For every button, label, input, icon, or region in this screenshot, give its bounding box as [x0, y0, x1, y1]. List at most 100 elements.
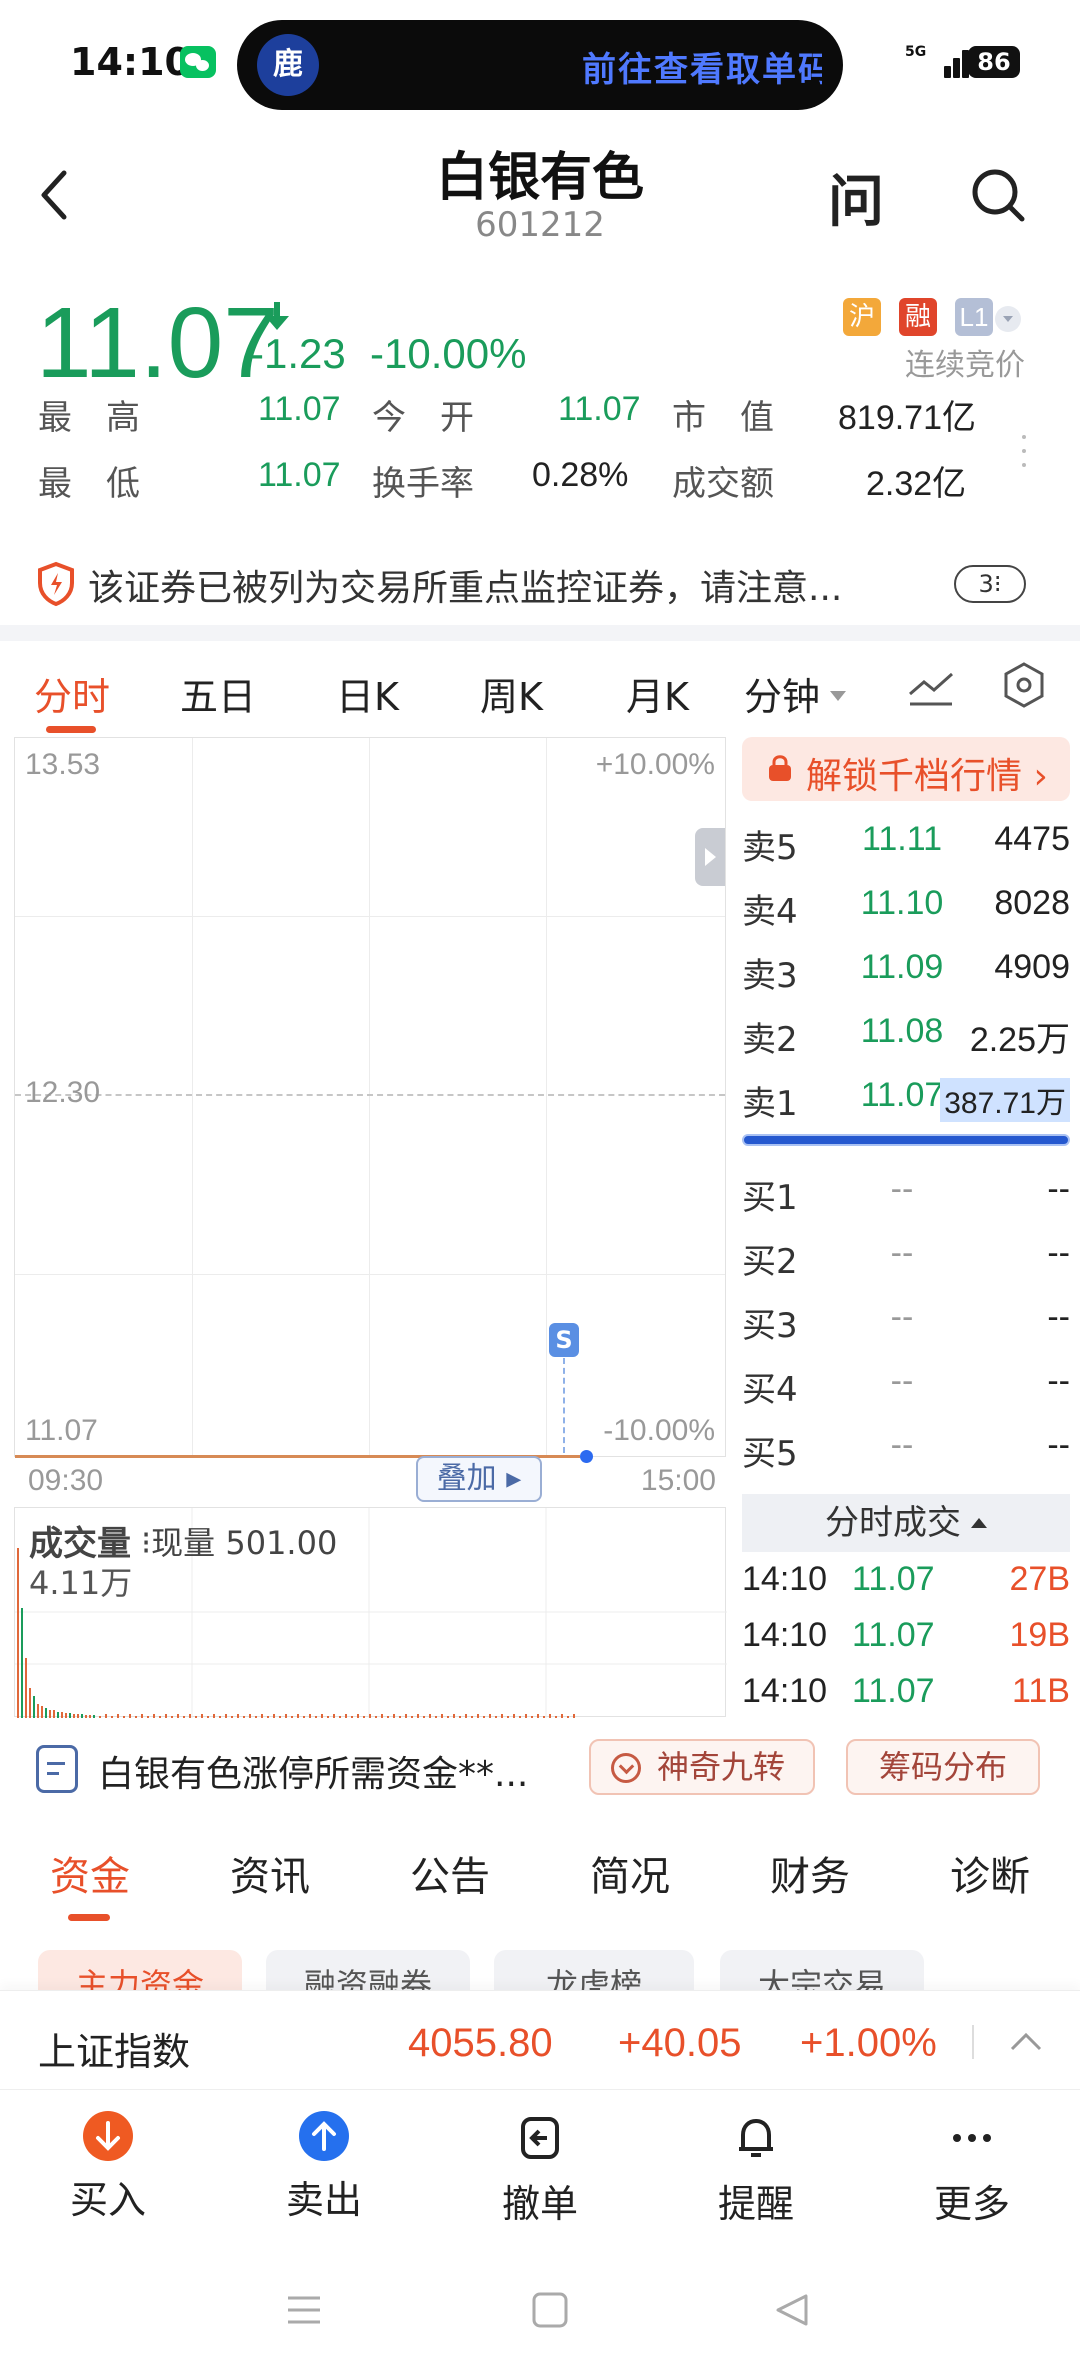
tab-weekly-k[interactable]: 周K: [480, 666, 543, 721]
bid-label: 买1: [742, 1178, 798, 1218]
subtab-block-trade[interactable]: 大宗交易: [720, 1950, 924, 1990]
volume-bar: [29, 1688, 31, 1718]
home-icon[interactable]: [530, 2290, 570, 2330]
stock-name: 白银有色: [435, 148, 644, 208]
more-vertical-icon[interactable]: [1020, 435, 1028, 485]
volume-bar: [369, 1714, 371, 1718]
bid-row[interactable]: 买5 -- --: [742, 1420, 1070, 1476]
index-ticker[interactable]: 上证指数 4055.80 +40.05 +1.00%: [0, 1990, 1080, 2090]
volume-bar: [171, 1716, 173, 1718]
island-text: 前往查看取单码: [582, 50, 822, 90]
bid-label: 买5: [742, 1434, 798, 1474]
volume-chart[interactable]: 成交量 ⁝现量 501.00 4.11万: [14, 1507, 727, 1718]
more-icon: [953, 2134, 991, 2142]
subtab-dragon-tiger[interactable]: 龙虎榜: [494, 1950, 694, 1990]
volume-bar: [375, 1716, 377, 1718]
volume-bar: [477, 1714, 479, 1718]
volume-bar: [45, 1708, 47, 1718]
volume-bar: [207, 1716, 209, 1718]
tab-announcements[interactable]: 公告: [410, 1844, 490, 1902]
dynamic-island[interactable]: 鹿 前往查看取单码: [237, 20, 843, 110]
bid-volume: --: [1047, 1298, 1070, 1336]
ask-row[interactable]: 卖5 11.11 4475: [742, 814, 1070, 870]
chip-distribution-chip[interactable]: 筹码分布: [846, 1739, 1040, 1795]
intraday-chart[interactable]: 13.53 12.30 11.07 +10.00% -10.00% S: [14, 737, 726, 1463]
ask-row[interactable]: 卖2 11.08 2.25万: [742, 1006, 1070, 1062]
more-button[interactable]: 更多: [912, 2111, 1032, 2228]
menu-icon[interactable]: [284, 2290, 324, 2330]
tab-intraday[interactable]: 分时: [34, 666, 110, 721]
limit-up-funds-link[interactable]: 白银有色涨停所需资金**...: [98, 1745, 568, 1797]
settings-icon[interactable]: [1000, 660, 1048, 710]
tick-trades-header[interactable]: 分时成交: [742, 1494, 1070, 1552]
sell-marker-line: [563, 1358, 565, 1453]
tab-five-day[interactable]: 五日: [180, 666, 256, 721]
magic-nine-chip[interactable]: 神奇九转: [589, 1739, 815, 1795]
volume-bar: [99, 1716, 101, 1718]
volume-bar: [345, 1714, 347, 1718]
volume-bar: [495, 1716, 497, 1718]
indicator-line-icon[interactable]: [906, 660, 956, 710]
volume-bar: [507, 1716, 509, 1718]
status-time: 14:10: [70, 40, 191, 84]
bid-volume: --: [1047, 1170, 1070, 1208]
volume-bar: [267, 1716, 269, 1718]
volume-bar: [243, 1716, 245, 1718]
search-icon[interactable]: [968, 165, 1028, 225]
subtab-main-funds[interactable]: 主力资金: [38, 1950, 242, 1990]
sell-marker[interactable]: S: [549, 1323, 579, 1357]
document-icon: [36, 1745, 78, 1793]
tab-monthly-k[interactable]: 月K: [626, 666, 689, 721]
bid-row[interactable]: 买2 -- --: [742, 1228, 1070, 1284]
tab-funds[interactable]: 资金: [50, 1844, 130, 1902]
tick-row: 14:10 11.07 27B: [742, 1556, 1070, 1612]
back-icon[interactable]: [772, 2290, 812, 2330]
alert-count-badge[interactable]: 3⁝: [954, 565, 1026, 603]
stat-high: 11.07: [258, 390, 341, 428]
y-label-bottom: 11.07: [25, 1414, 98, 1447]
volume-bar: [213, 1714, 215, 1718]
withdraw-button[interactable]: 撤单: [480, 2111, 600, 2228]
overlay-button[interactable]: 叠加 ▸: [416, 1456, 542, 1502]
subtab-margin[interactable]: 融资融券: [266, 1950, 470, 1990]
bid-row[interactable]: 买3 -- --: [742, 1292, 1070, 1348]
tab-financials[interactable]: 财务: [770, 1844, 850, 1902]
grid-line: [546, 738, 547, 1456]
tab-minute[interactable]: 分钟: [744, 666, 847, 721]
tag-l1[interactable]: L1: [955, 298, 993, 336]
volume-bar: [399, 1716, 401, 1718]
price-change-pct: -10.00%: [370, 330, 527, 377]
expand-panel-icon[interactable]: [695, 828, 725, 886]
chevron-up-icon[interactable]: [1008, 2029, 1044, 2053]
unlock-depth-button[interactable]: 解锁千档行情 ›: [742, 737, 1070, 801]
remind-button[interactable]: 提醒: [696, 2111, 816, 2228]
ask-row[interactable]: 卖3 11.09 4909: [742, 942, 1070, 998]
volume-bar: [261, 1714, 263, 1718]
stat-label: 市 值: [672, 398, 774, 438]
volume-bar: [21, 1608, 23, 1718]
buy-button[interactable]: 买入: [48, 2111, 168, 2224]
tab-news[interactable]: 资讯: [230, 1844, 310, 1902]
tick-time: 14:10: [742, 1672, 828, 1710]
chevron-down-icon[interactable]: [995, 306, 1021, 332]
volume-bar: [53, 1710, 55, 1718]
ask-label: 卖4: [742, 892, 798, 932]
sell-button[interactable]: 卖出: [264, 2111, 384, 2224]
stat-turnover: 0.28%: [532, 456, 629, 494]
ask-icon[interactable]: 问: [828, 157, 884, 238]
volume-bar: [237, 1714, 239, 1718]
magic-nine-label: 神奇九转: [657, 1748, 786, 1786]
tab-profile[interactable]: 简况: [590, 1844, 670, 1902]
bid-row[interactable]: 买4 -- --: [742, 1356, 1070, 1412]
monitoring-alert[interactable]: 该证券已被列为交易所重点监控证券，请注意... 3⁝: [0, 545, 1080, 625]
tab-diagnosis[interactable]: 诊断: [950, 1844, 1030, 1902]
volume-bar: [531, 1716, 533, 1718]
battery-icon: 86: [968, 46, 1020, 78]
ask-row[interactable]: 卖4 11.10 8028: [742, 878, 1070, 934]
ask-row[interactable]: 卖1 11.07 387.71万: [742, 1070, 1070, 1126]
tab-daily-k[interactable]: 日K: [336, 666, 399, 721]
bid-row[interactable]: 买1 -- --: [742, 1164, 1070, 1220]
volume-bar: [333, 1714, 335, 1718]
bid-label: 买3: [742, 1306, 798, 1346]
bid-label: 买2: [742, 1242, 798, 1282]
